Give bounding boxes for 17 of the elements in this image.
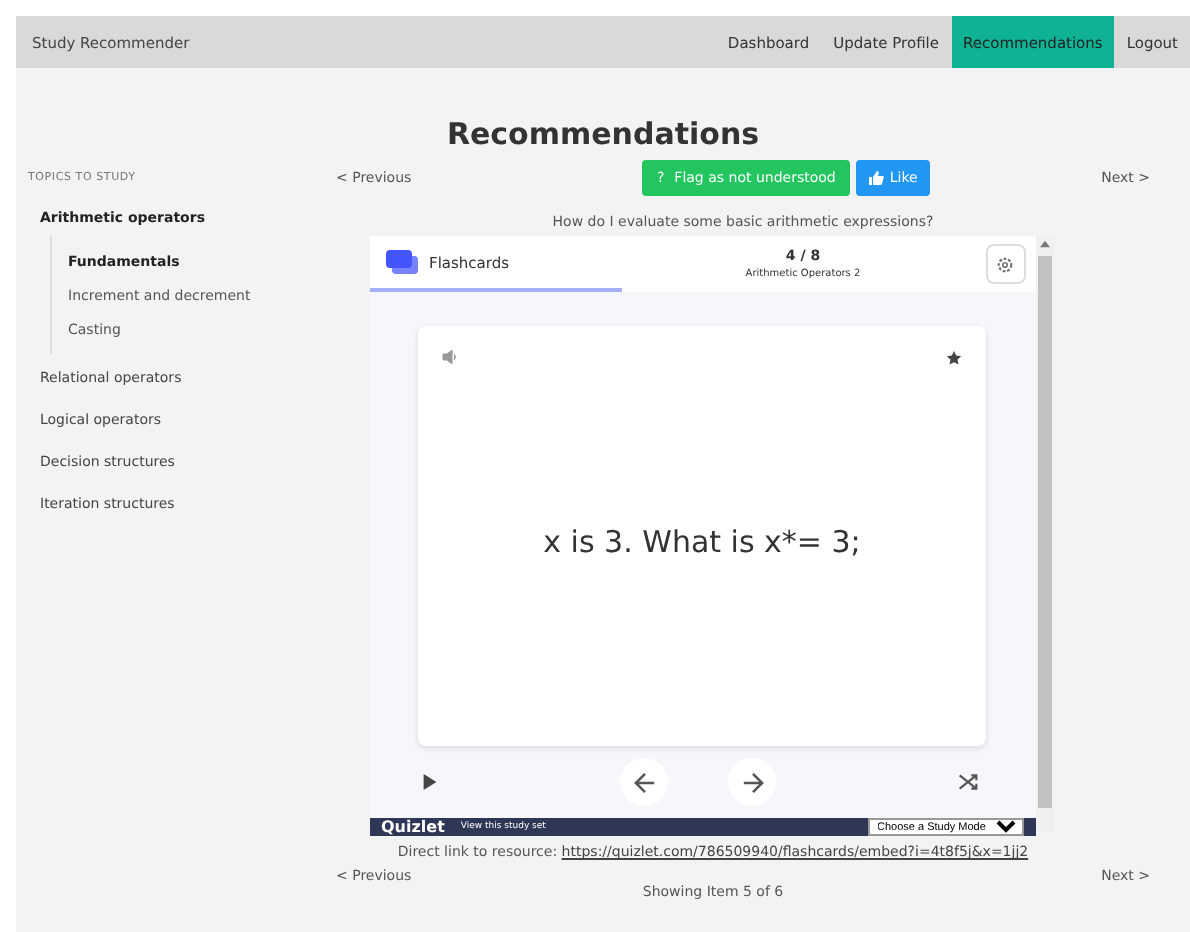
card-text: x is 3. What is x*= 3; — [543, 524, 861, 560]
arrow-left-icon — [633, 771, 655, 793]
flashcard[interactable]: x is 3. What is x*= 3; — [418, 326, 986, 746]
thumbs-up-icon — [867, 170, 884, 186]
speaker-icon[interactable] — [442, 350, 458, 364]
previous-card-button[interactable] — [620, 758, 668, 806]
settings-button[interactable] — [985, 244, 1025, 284]
cards-icon — [385, 250, 417, 274]
shuffle-icon[interactable] — [958, 772, 978, 792]
settings-icon — [996, 255, 1014, 273]
scroll-up-icon[interactable] — [1039, 240, 1049, 248]
arrow-right-icon — [741, 771, 763, 793]
play-icon[interactable] — [422, 774, 438, 790]
quizlet-logo[interactable]: Quizlet — [381, 818, 445, 836]
next-card-button[interactable] — [728, 758, 776, 806]
star-icon[interactable] — [946, 350, 962, 366]
page-heading: Recommendations — [444, 116, 762, 156]
